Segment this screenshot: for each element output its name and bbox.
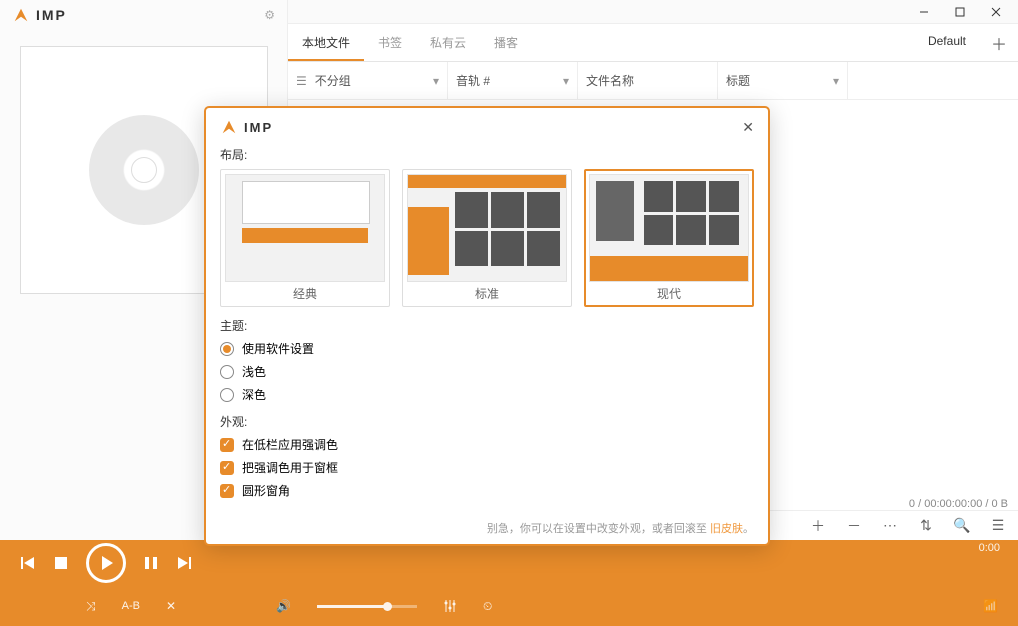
title-label: 标题 — [726, 72, 750, 89]
checkbox-icon — [220, 484, 234, 498]
layout-label-modern: 现代 — [589, 285, 749, 302]
play-button[interactable] — [86, 543, 126, 583]
filename-label: 文件名称 — [586, 72, 634, 89]
layout-section-label: 布局: — [220, 146, 754, 163]
add-playlist-button[interactable]: ＋ — [980, 24, 1018, 61]
close-button[interactable] — [978, 1, 1014, 23]
theme-label-light: 浅色 — [242, 363, 266, 380]
volume-icon[interactable]: 🔊 — [276, 599, 291, 613]
appearance-accent-lowbar[interactable]: 在低栏应用强调色 — [220, 436, 754, 453]
status-text: 0 / 00:00:00:00 / 0 B — [909, 498, 1008, 510]
stop-button[interactable] — [54, 556, 68, 570]
more-button[interactable]: ⋯ — [878, 514, 902, 538]
layout-label-classic: 经典 — [225, 285, 385, 302]
disc-icon — [89, 115, 199, 225]
tabs: 本地文件 书签 私有云 播客 Default ＋ — [288, 24, 1018, 62]
menu-button[interactable]: ☰ — [986, 514, 1010, 538]
player-transport: 0:00 — [0, 540, 1018, 586]
layout-thumb-standard — [407, 174, 567, 282]
logo-icon — [220, 118, 238, 136]
radio-icon — [220, 365, 234, 379]
app-logo-text: IMP — [36, 7, 67, 23]
layout-standard[interactable]: 标准 — [402, 169, 572, 307]
dialog-logo-text: IMP — [244, 120, 273, 135]
layout-thumb-classic — [225, 174, 385, 282]
player-time: 0:00 — [979, 542, 1000, 554]
filter-icon: ▾ — [833, 74, 839, 88]
theme-option-light[interactable]: 浅色 — [220, 363, 754, 380]
track-column[interactable]: 音轨 # ▾ — [448, 62, 578, 99]
footer-text-b: 。 — [743, 523, 754, 535]
gear-icon[interactable]: ⚙ — [264, 8, 275, 22]
group-select[interactable]: ☰ 不分组 ▾ — [288, 62, 448, 99]
ab-repeat-button[interactable]: A-B — [122, 600, 140, 612]
checkbox-icon — [220, 438, 234, 452]
player-bar: 0:00 ⤨ A-B ✕ 🔊 ⏲ 📶 — [0, 540, 1018, 626]
layout-classic[interactable]: 经典 — [220, 169, 390, 307]
theme-section-label: 主题: — [220, 317, 754, 334]
broadcast-icon[interactable]: 📶 — [983, 599, 998, 613]
layout-thumb-modern — [589, 174, 749, 282]
footer-rollback-link[interactable]: 旧皮肤 — [710, 523, 743, 535]
tab-private-cloud[interactable]: 私有云 — [416, 24, 480, 61]
logo-row: IMP ⚙ — [0, 0, 287, 30]
theme-label-dark: 深色 — [242, 386, 266, 403]
maximize-button[interactable] — [942, 1, 978, 23]
footer-text-a: 别急，你可以在设置中改变外观，或者回滚至 — [487, 523, 707, 535]
appearance-accent-frame[interactable]: 把强调色用于窗框 — [220, 459, 754, 476]
skin-settings-dialog: IMP ✕ 布局: 经典 标准 现代 主题: 使用软件设置 浅色 深色 外观: … — [204, 106, 770, 546]
search-button[interactable]: 🔍 — [950, 514, 974, 538]
shuffle-button[interactable]: ⤨ — [86, 599, 96, 614]
filter-bar: ☰ 不分组 ▾ 音轨 # ▾ 文件名称 标题 ▾ — [288, 62, 1018, 100]
logo-icon — [12, 6, 30, 24]
dialog-footer: 别急，你可以在设置中改变外观，或者回滚至 旧皮肤。 — [487, 520, 754, 536]
theme-label-software: 使用软件设置 — [242, 340, 314, 357]
checkbox-icon — [220, 461, 234, 475]
layout-modern[interactable]: 现代 — [584, 169, 754, 307]
theme-option-dark[interactable]: 深色 — [220, 386, 754, 403]
track-label: 音轨 # — [456, 72, 490, 89]
tab-local-files[interactable]: 本地文件 — [288, 24, 364, 61]
layout-options: 经典 标准 现代 — [220, 169, 754, 307]
playlist-default[interactable]: Default — [914, 24, 980, 61]
appearance-label-rounded: 圆形窗角 — [242, 482, 290, 499]
crossfade-button[interactable]: ✕ — [166, 599, 176, 613]
title-column[interactable]: 标题 ▾ — [718, 62, 848, 99]
timer-button[interactable]: ⏲ — [483, 599, 492, 614]
tab-podcast[interactable]: 播客 — [480, 24, 532, 61]
theme-option-software[interactable]: 使用软件设置 — [220, 340, 754, 357]
burger-icon: ☰ — [296, 74, 307, 88]
tab-bookmarks[interactable]: 书签 — [364, 24, 416, 61]
filter-icon: ▾ — [563, 74, 569, 88]
pause-button[interactable] — [144, 556, 158, 570]
layout-label-standard: 标准 — [407, 285, 567, 302]
radio-icon — [220, 342, 234, 356]
appearance-label-lowbar: 在低栏应用强调色 — [242, 436, 338, 453]
close-icon[interactable]: ✕ — [742, 119, 754, 136]
remove-button[interactable]: － — [842, 514, 866, 538]
add-button[interactable]: ＋ — [806, 514, 830, 538]
group-label: 不分组 — [315, 72, 351, 89]
volume-slider[interactable] — [317, 605, 417, 608]
chevron-down-icon: ▾ — [433, 74, 439, 88]
dialog-header: IMP ✕ — [220, 118, 754, 136]
appearance-rounded[interactable]: 圆形窗角 — [220, 482, 754, 499]
player-extras: ⤨ A-B ✕ 🔊 ⏲ 📶 — [0, 586, 1018, 626]
previous-button[interactable] — [20, 555, 36, 571]
equalizer-button[interactable] — [443, 599, 457, 613]
radio-icon — [220, 388, 234, 402]
appearance-label-frame: 把强调色用于窗框 — [242, 459, 338, 476]
next-button[interactable] — [176, 555, 192, 571]
filename-column[interactable]: 文件名称 — [578, 62, 718, 99]
sort-button[interactable]: ⇅ — [914, 514, 938, 538]
minimize-button[interactable] — [906, 1, 942, 23]
appearance-section-label: 外观: — [220, 413, 754, 430]
